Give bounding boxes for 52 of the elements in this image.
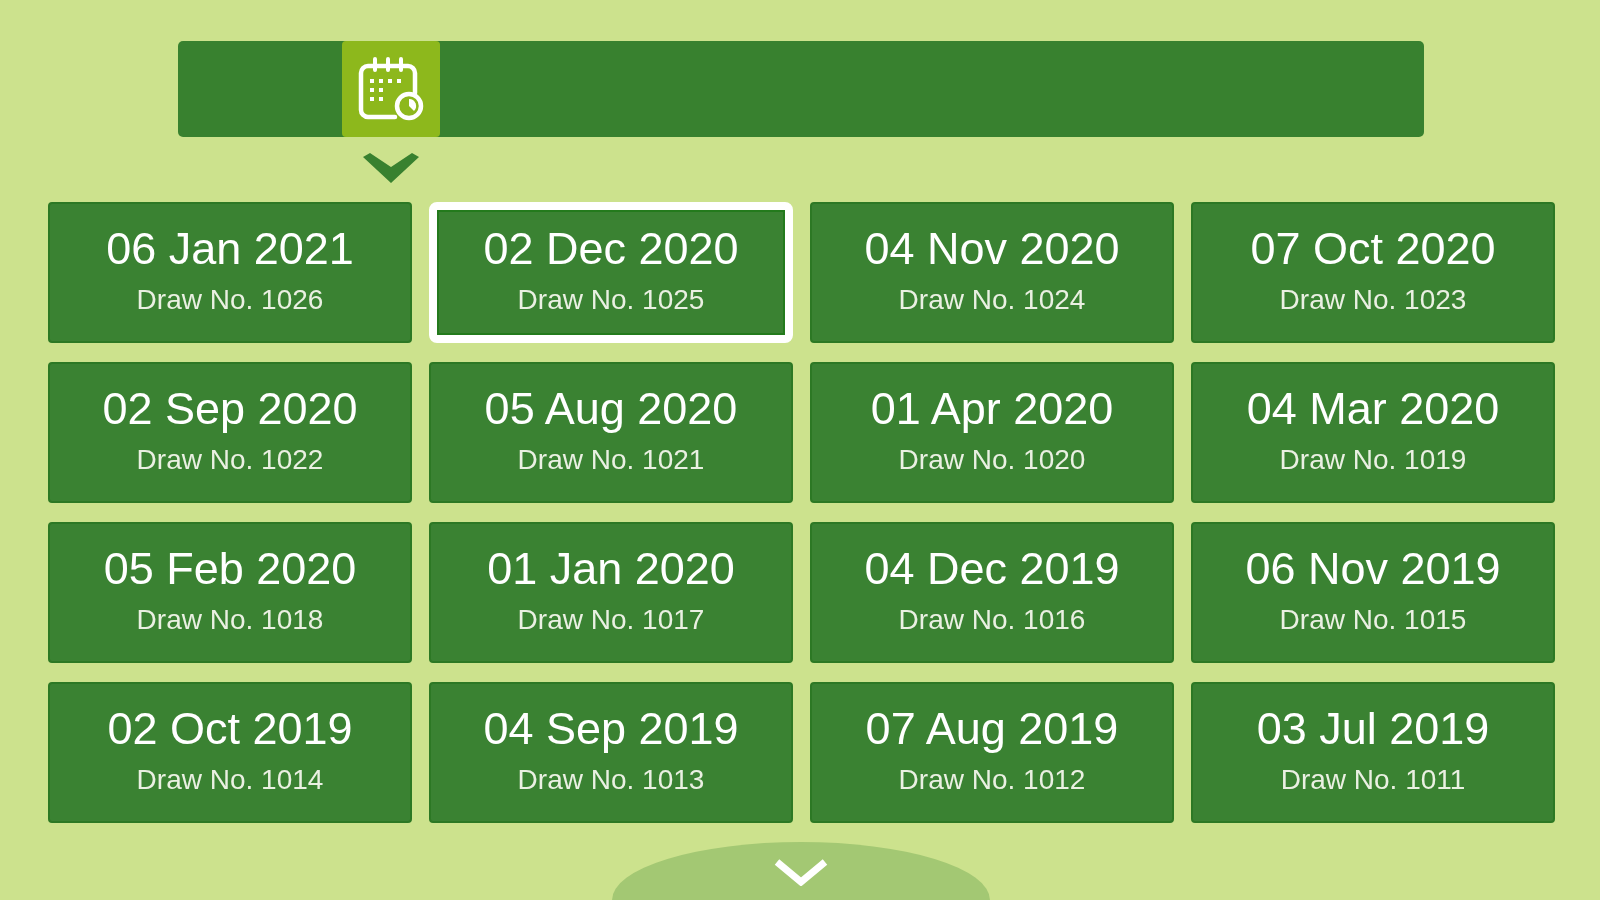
draw-number: Draw No. 1023 <box>1279 283 1467 316</box>
draw-date: 07 Oct 2020 <box>1250 223 1496 274</box>
draw-date: 04 Sep 2019 <box>483 703 739 754</box>
draw-number: Draw No. 1024 <box>898 283 1086 316</box>
draw-card[interactable]: 02 Sep 2020 Draw No. 1022 <box>48 362 412 503</box>
draw-date: 03 Jul 2019 <box>1256 703 1490 754</box>
draw-card[interactable]: 02 Dec 2020 Draw No. 1025 <box>429 202 793 343</box>
chevron-down-icon <box>363 153 419 183</box>
draw-card[interactable]: 02 Oct 2019 Draw No. 1014 <box>48 682 412 823</box>
draw-card[interactable]: 07 Aug 2019 Draw No. 1012 <box>810 682 1174 823</box>
draw-card[interactable]: 06 Jan 2021 Draw No. 1026 <box>48 202 412 343</box>
draw-card[interactable]: 06 Nov 2019 Draw No. 1015 <box>1191 522 1555 663</box>
draw-number: Draw No. 1012 <box>898 763 1086 796</box>
draw-number: Draw No. 1022 <box>136 443 324 476</box>
draw-date: 02 Sep 2020 <box>102 383 358 434</box>
draw-date: 02 Dec 2020 <box>483 223 739 274</box>
draw-number: Draw No. 1025 <box>517 283 705 316</box>
draw-card[interactable]: 07 Oct 2020 Draw No. 1023 <box>1191 202 1555 343</box>
draw-number: Draw No. 1014 <box>136 763 324 796</box>
draw-number: Draw No. 1026 <box>136 283 324 316</box>
calendar-clock-icon <box>357 56 425 122</box>
draw-card[interactable]: 04 Dec 2019 Draw No. 1016 <box>810 522 1174 663</box>
draw-number: Draw No. 1016 <box>898 603 1086 636</box>
draw-card[interactable]: 05 Aug 2020 Draw No. 1021 <box>429 362 793 503</box>
draw-card[interactable]: 03 Jul 2019 Draw No. 1011 <box>1191 682 1555 823</box>
draw-date: 05 Feb 2020 <box>103 543 357 594</box>
draw-card[interactable]: 04 Sep 2019 Draw No. 1013 <box>429 682 793 823</box>
draw-date: 01 Jan 2020 <box>487 543 735 594</box>
draw-number: Draw No. 1013 <box>517 763 705 796</box>
draw-date: 06 Jan 2021 <box>106 223 354 274</box>
draw-card[interactable]: 05 Feb 2020 Draw No. 1018 <box>48 522 412 663</box>
draw-card[interactable]: 01 Jan 2020 Draw No. 1017 <box>429 522 793 663</box>
draw-number: Draw No. 1015 <box>1279 603 1467 636</box>
draw-date: 05 Aug 2020 <box>484 383 738 434</box>
draw-card[interactable]: 01 Apr 2020 Draw No. 1020 <box>810 362 1174 503</box>
draw-card[interactable]: 04 Nov 2020 Draw No. 1024 <box>810 202 1174 343</box>
draw-number: Draw No. 1011 <box>1280 763 1466 796</box>
draw-number: Draw No. 1020 <box>898 443 1086 476</box>
draw-number: Draw No. 1019 <box>1279 443 1467 476</box>
draw-number: Draw No. 1021 <box>517 443 705 476</box>
draw-card[interactable]: 04 Mar 2020 Draw No. 1019 <box>1191 362 1555 503</box>
draw-date: 04 Mar 2020 <box>1246 383 1500 434</box>
calendar-tab[interactable] <box>342 41 440 137</box>
chevron-down-icon <box>773 858 829 886</box>
draw-number: Draw No. 1018 <box>136 603 324 636</box>
draw-number: Draw No. 1017 <box>517 603 705 636</box>
draw-date: 07 Aug 2019 <box>865 703 1119 754</box>
draw-date: 01 Apr 2020 <box>870 383 1114 434</box>
draw-date: 02 Oct 2019 <box>107 703 353 754</box>
draw-date: 04 Nov 2020 <box>864 223 1120 274</box>
draw-date: 06 Nov 2019 <box>1245 543 1501 594</box>
draw-date: 04 Dec 2019 <box>864 543 1120 594</box>
